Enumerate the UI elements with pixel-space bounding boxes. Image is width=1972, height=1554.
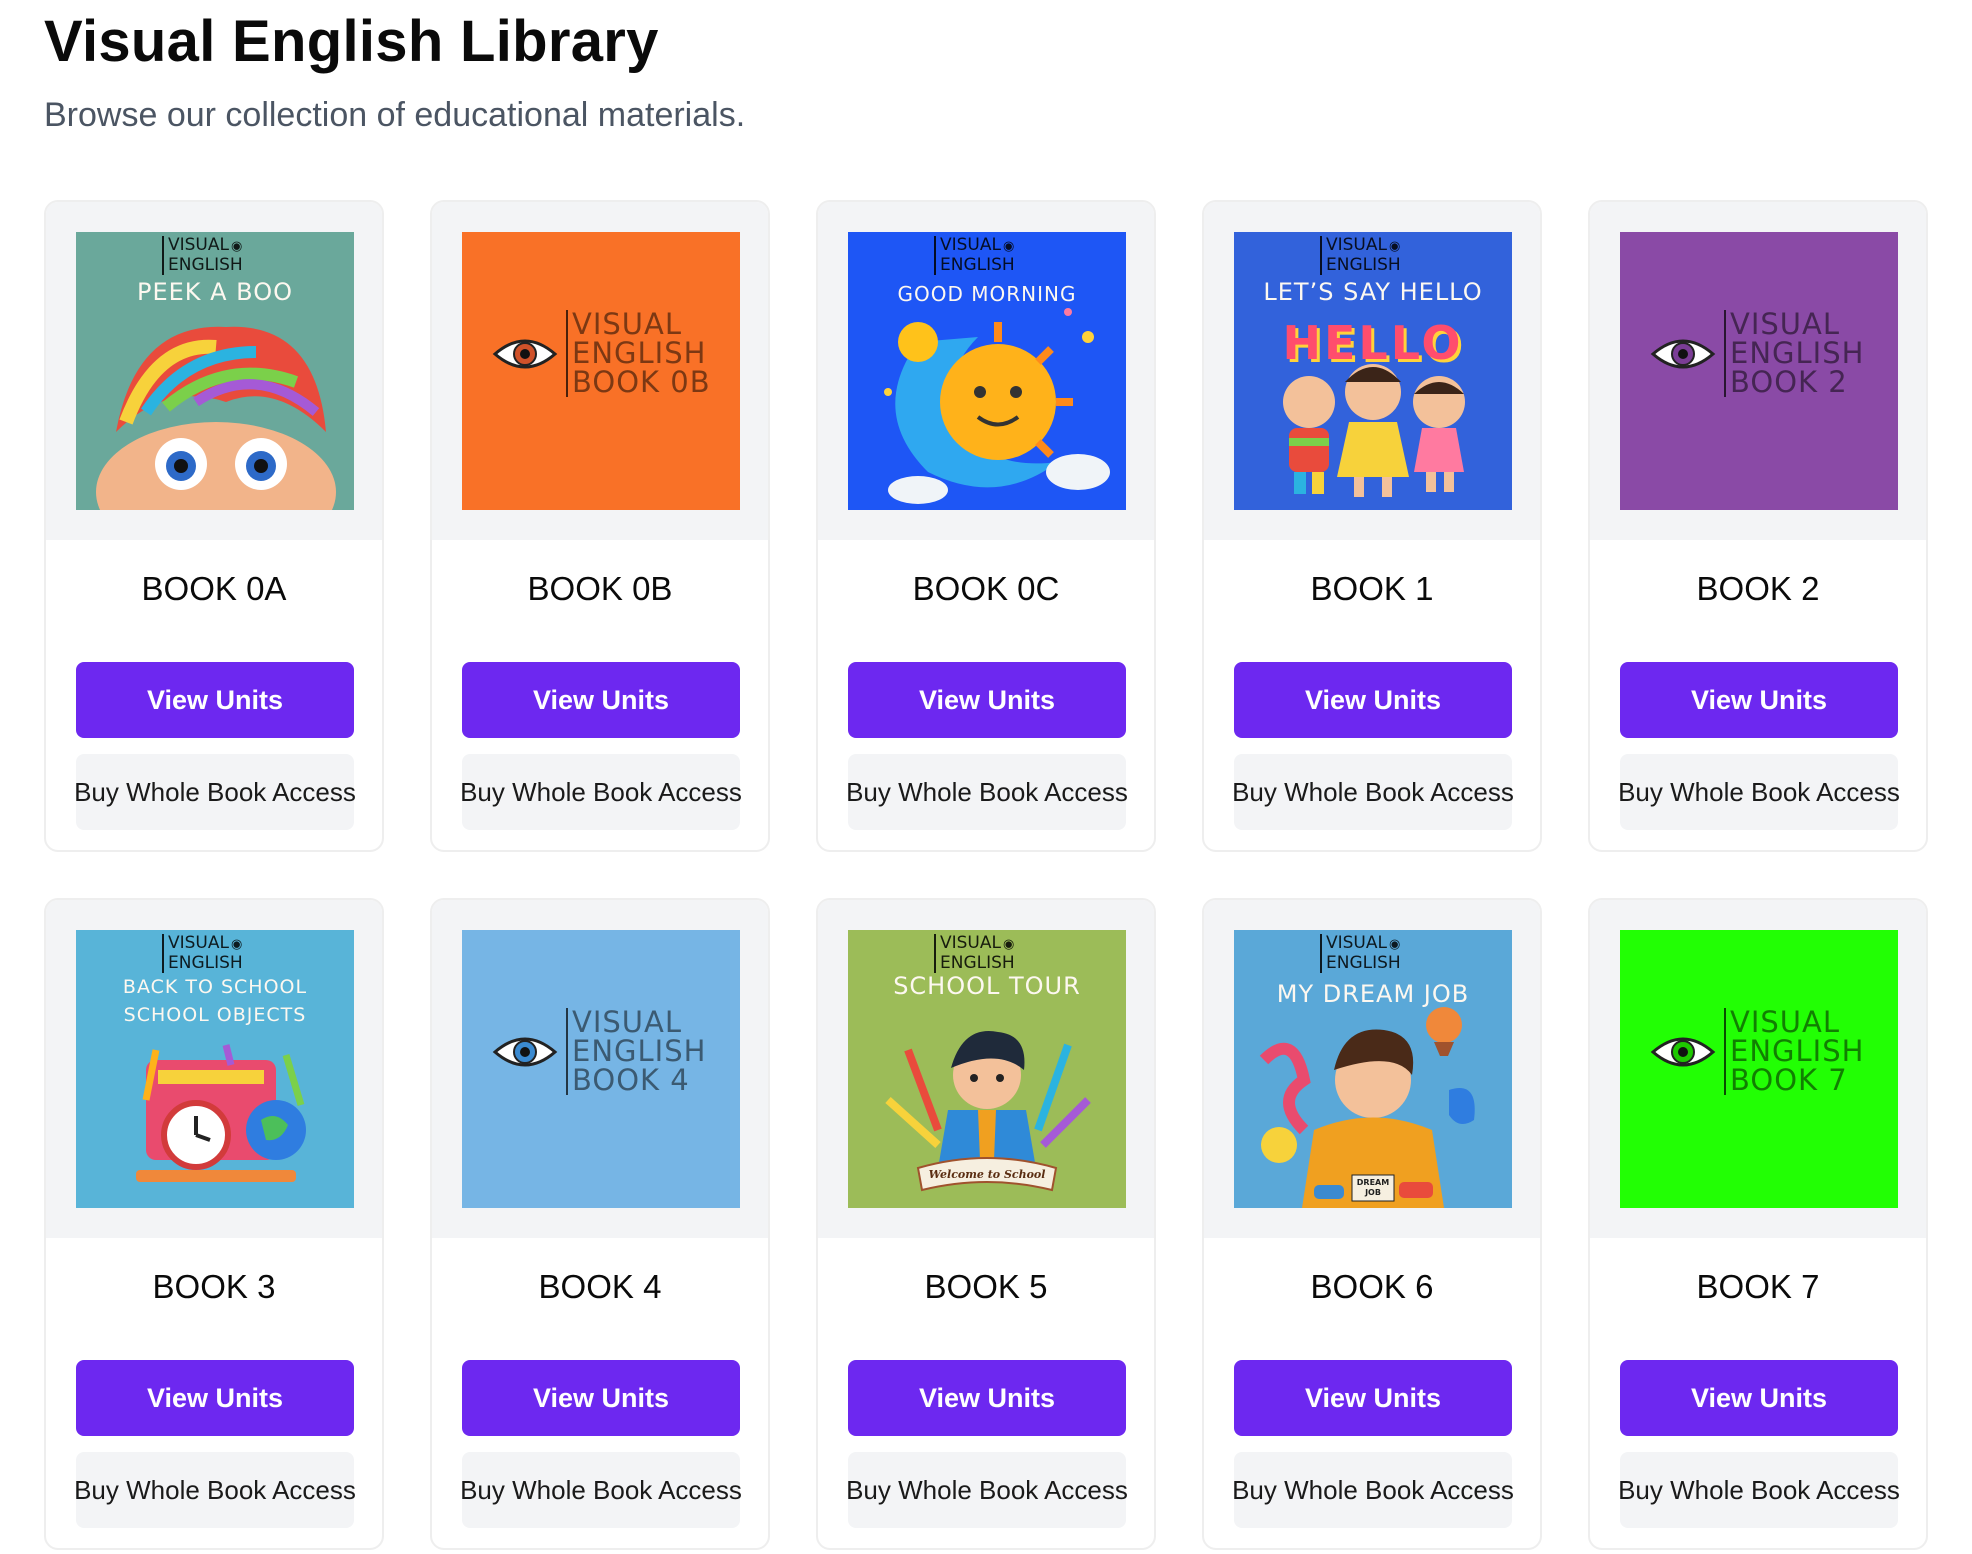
cover-subtitle: MY DREAM JOB [1276, 980, 1470, 1008]
buy-whole-book-button[interactable]: Buy Whole Book Access [1232, 1452, 1514, 1528]
book-cover-image[interactable]: VISUAL ◉ ENGLISH MY DREAM JOB DREAM JOB [1234, 930, 1512, 1208]
book-cover-image[interactable]: VISUAL ENGLISH BOOK 4 [462, 930, 740, 1208]
book-grid: VISUAL ◉ ENGLISH PEEK A BOO BOOK 0A View U… [44, 200, 1928, 1550]
book-title: BOOK 4 [538, 1268, 662, 1305]
book-card: VISUAL ◉ ENGLISH GOOD MORNING BOOK 0C View… [816, 200, 1156, 852]
buy-whole-book-button[interactable]: Buy Whole Book Access [846, 1452, 1128, 1528]
book-title: BOOK 3 [152, 1268, 276, 1305]
book-cover-image[interactable]: VISUAL ◉ ENGLISH GOOD MORNING [848, 232, 1126, 510]
cover-brand-logo: VISUAL ◉ ENGLISH [162, 236, 243, 275]
view-units-button[interactable]: View Units [76, 662, 354, 738]
eye-icon [492, 339, 558, 368]
cover-subtitle: BACK TO SCHOOL [122, 976, 308, 998]
book-card: VISUAL ◉ ENGLISH PEEK A BOO BOOK 0A View U… [44, 200, 384, 852]
book-cover-image[interactable]: VISUAL ENGLISH BOOK 7 [1620, 930, 1898, 1208]
book-cover-image[interactable]: VISUAL ENGLISH BOOK 2 [1620, 232, 1898, 510]
book-title: BOOK 5 [924, 1268, 1048, 1305]
book-cover-area: VISUAL ◉ ENGLISH LET’S SAY HELLO HELLO [1204, 202, 1540, 540]
cover-book-number: BOOK 0B [572, 365, 711, 399]
book-title: BOOK 7 [1696, 1268, 1820, 1305]
cover-subtitle: PEEK A BOO [136, 278, 294, 306]
book-title: BOOK 2 [1696, 570, 1820, 607]
cover-logo: VISUAL ENGLISH BOOK 7 [1650, 1008, 1864, 1095]
cover-book-number: BOOK 2 [1730, 365, 1848, 399]
book-cover-image[interactable]: VISUAL ENGLISH BOOK 0B [462, 232, 740, 510]
cover-brand-logo: VISUAL ◉ ENGLISH [1320, 236, 1401, 275]
book-cover-image[interactable]: VISUAL ◉ ENGLISH SCHOOL TOUR Welcome to Sc… [848, 930, 1126, 1208]
buy-whole-book-button[interactable]: Buy Whole Book Access [1618, 754, 1900, 830]
cover-brand-logo: VISUAL ◉ ENGLISH [934, 934, 1015, 973]
book-cover-area: VISUAL ◉ ENGLISH SCHOOL TOUR Welcome to Sc… [818, 900, 1154, 1238]
book-cover-area: VISUAL ◉ ENGLISH PEEK A BOO [46, 202, 382, 540]
cover-brand-logo: VISUAL ◉ ENGLISH [162, 934, 243, 973]
book-title: BOOK 0C [912, 570, 1060, 607]
book-card: VISUAL ◉ ENGLISH SCHOOL TOUR Welcome to Sc… [816, 898, 1156, 1550]
book-cover-image[interactable]: VISUAL ◉ ENGLISH PEEK A BOO [76, 232, 354, 510]
book-cover-image[interactable]: VISUAL ◉ ENGLISH LET’S SAY HELLO HELLO [1234, 232, 1512, 510]
cover-sign-text: DREAM JOB [1356, 1178, 1390, 1197]
view-units-button[interactable]: View Units [1620, 662, 1898, 738]
buy-whole-book-button[interactable]: Buy Whole Book Access [1232, 754, 1514, 830]
book-card: VISUAL ◉ ENGLISH BACK TO SCHOOL SCHOOL OBJ… [44, 898, 384, 1550]
cover-logo: VISUAL ENGLISH BOOK 2 [1650, 310, 1864, 397]
cover-logo: VISUAL ENGLISH BOOK 4 [492, 1008, 706, 1095]
cover-subtitle: LET’S SAY HELLO [1263, 278, 1483, 306]
buy-whole-book-button[interactable]: Buy Whole Book Access [1618, 1452, 1900, 1528]
book-cover-area: VISUAL ENGLISH BOOK 4 [432, 900, 768, 1238]
view-units-button[interactable]: View Units [462, 1360, 740, 1436]
cover-brand-logo: VISUAL ◉ ENGLISH [934, 236, 1015, 275]
view-units-button[interactable]: View Units [1234, 662, 1512, 738]
buy-whole-book-button[interactable]: Buy Whole Book Access [74, 754, 356, 830]
book-cover-area: VISUAL ENGLISH BOOK 0B [432, 202, 768, 540]
cover-book-number: BOOK 7 [1730, 1063, 1848, 1097]
book-title: BOOK 0B [527, 570, 673, 607]
cover-banner-text: Welcome to School [928, 1168, 1046, 1181]
book-card: VISUAL ENGLISH BOOK 2 BOOK 2 View Units Bu… [1588, 200, 1928, 852]
book-cover-area: VISUAL ENGLISH BOOK 2 [1590, 202, 1926, 540]
book-cover-image[interactable]: VISUAL ◉ ENGLISH BACK TO SCHOOL SCHOOL OBJ… [76, 930, 354, 1208]
page-title: Visual English Library [44, 9, 659, 74]
book-title: BOOK 1 [1310, 570, 1434, 607]
cover-subtitle-secondary: SCHOOL OBJECTS [123, 1004, 307, 1026]
view-units-button[interactable]: View Units [848, 662, 1126, 738]
view-units-button[interactable]: View Units [848, 1360, 1126, 1436]
cover-brand-logo: VISUAL ◉ ENGLISH [1320, 934, 1401, 973]
view-units-button[interactable]: View Units [1234, 1360, 1512, 1436]
book-card: VISUAL ENGLISH BOOK 4 BOOK 4 View Units Bu… [430, 898, 770, 1550]
book-card: VISUAL ◉ ENGLISH MY DREAM JOB DREAM JOB BO… [1202, 898, 1542, 1550]
cover-logo: VISUAL ENGLISH BOOK 0B [492, 310, 711, 397]
book-card: VISUAL ◉ ENGLISH LET’S SAY HELLO HELLO BOO… [1202, 200, 1542, 852]
view-units-button[interactable]: View Units [76, 1360, 354, 1436]
book-title: BOOK 6 [1310, 1268, 1434, 1305]
book-cover-area: VISUAL ◉ ENGLISH GOOD MORNING [818, 202, 1154, 540]
book-card: VISUAL ENGLISH BOOK 7 BOOK 7 View Units Bu… [1588, 898, 1928, 1550]
eye-icon [1650, 1037, 1716, 1066]
cover-book-number: BOOK 4 [572, 1063, 690, 1097]
eye-icon [1650, 339, 1716, 368]
buy-whole-book-button[interactable]: Buy Whole Book Access [74, 1452, 356, 1528]
book-cover-area: VISUAL ◉ ENGLISH BACK TO SCHOOL SCHOOL OBJ… [46, 900, 382, 1238]
book-cover-area: VISUAL ◉ ENGLISH MY DREAM JOB DREAM JOB [1204, 900, 1540, 1238]
book-title: BOOK 0A [141, 570, 287, 607]
book-cover-area: VISUAL ENGLISH BOOK 7 [1590, 900, 1926, 1238]
cover-subtitle: GOOD MORNING [897, 282, 1077, 306]
book-card: VISUAL ENGLISH BOOK 0B BOOK 0B View Units … [430, 200, 770, 852]
view-units-button[interactable]: View Units [1620, 1360, 1898, 1436]
page-subtitle: Browse our collection of educational mat… [44, 96, 746, 134]
cover-hello-lettering: HELLO [1282, 316, 1464, 370]
buy-whole-book-button[interactable]: Buy Whole Book Access [460, 1452, 742, 1528]
cover-subtitle: SCHOOL TOUR [893, 972, 1081, 1000]
buy-whole-book-button[interactable]: Buy Whole Book Access [460, 754, 742, 830]
view-units-button[interactable]: View Units [462, 662, 740, 738]
eye-icon [492, 1037, 558, 1066]
buy-whole-book-button[interactable]: Buy Whole Book Access [846, 754, 1128, 830]
